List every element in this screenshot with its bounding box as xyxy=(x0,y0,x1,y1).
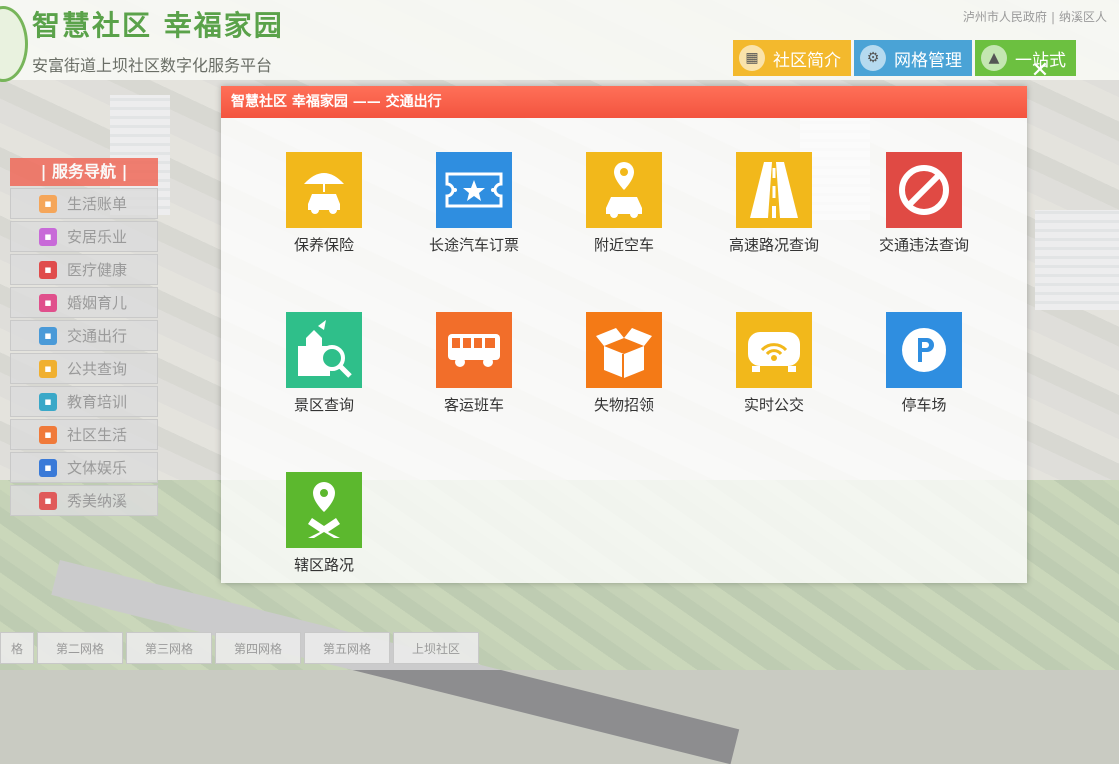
grid-tabs: 格第二网格 第三网格 第四网格 第五网格 上坝社区 xyxy=(0,632,482,664)
topnav-item-intro[interactable]: ▦ 社区简介 xyxy=(733,40,851,76)
site-title: 智慧社区 幸福家园 xyxy=(32,9,284,42)
live-bus-icon xyxy=(736,312,812,388)
service-tile[interactable]: 高速路况查询 xyxy=(714,152,834,255)
sidenav-item-label: 安居乐业 xyxy=(67,228,128,246)
service-tile[interactable]: 实时公交 xyxy=(714,312,834,415)
service-tile-label: 实时公交 xyxy=(743,396,804,414)
sidenav-item-label: 公共查询 xyxy=(67,360,128,378)
sidenav-item-label: 文体娱乐 xyxy=(67,459,128,477)
modal-title: 智慧社区 幸福家园 —— 交通出行 xyxy=(221,86,1027,118)
parking-icon xyxy=(886,312,962,388)
sidenav-item-icon: ▪ xyxy=(39,260,57,279)
sidenav-item-icon: ▪ xyxy=(39,293,57,312)
site-subtitle: 安富街道上坝社区数字化服务平台 xyxy=(32,56,273,75)
sidenav-item-icon: ▪ xyxy=(39,194,57,213)
gov-links: 泸州市人民政府 | 纳溪区人 xyxy=(962,10,1107,24)
no-entry-icon xyxy=(886,152,962,228)
car-location-icon xyxy=(586,152,662,228)
service-tile-label: 景区查询 xyxy=(293,396,354,414)
sidenav-item-label: 秀美纳溪 xyxy=(67,492,128,510)
service-tile[interactable]: 长途汽车订票 xyxy=(414,152,534,255)
service-tile[interactable]: 辖区路况 xyxy=(264,472,384,575)
top-nav: ▦ 社区简介 ⚙ 网格管理 ▲ 一站式 xyxy=(733,40,1076,76)
sidenav-item-icon: ▪ xyxy=(39,227,57,246)
service-tile-label: 高速路况查询 xyxy=(728,236,819,254)
ticket-icon xyxy=(436,152,512,228)
sidenav-item-icon: ▪ xyxy=(39,326,57,345)
service-tile-label: 附近空车 xyxy=(593,236,654,254)
grid-tab[interactable]: 上坝社区 xyxy=(393,632,479,664)
service-tile-label: 停车场 xyxy=(901,396,947,414)
sidenav-item[interactable]: ▪ 教育培训 xyxy=(10,386,158,417)
service-tile-label: 失物招领 xyxy=(593,396,654,414)
umbrella-car-icon xyxy=(286,152,362,228)
highway-icon xyxy=(736,152,812,228)
sidenav-item-label: 婚姻育儿 xyxy=(67,294,128,312)
grid-tab[interactable]: 第三网格 xyxy=(126,632,212,664)
service-nav-title: | 服务导航 | xyxy=(10,158,158,186)
grid-tab[interactable]: 格 xyxy=(0,632,34,664)
gov-link[interactable]: 泸州市人民政府 xyxy=(963,10,1047,24)
sidenav-item-icon: ▪ xyxy=(39,359,57,378)
gear-icon: ⚙ xyxy=(860,45,886,71)
rocket-icon: ▲ xyxy=(981,45,1007,71)
sidenav-item-icon: ▪ xyxy=(39,491,57,510)
traffic-modal: 智慧社区 幸福家园 —— 交通出行 保养保险 长途汽车订票 附近空车 高速路况查询 交通… xyxy=(221,86,1027,583)
service-nav: | 服务导航 | ▪ 生活账单 ▪ 安居乐业 ▪ 医疗健康 ▪ 婚姻育儿 ▪ 交通出行 ▪ 公共查询 ▪… xyxy=(10,158,158,516)
topnav-label: 网格管理 xyxy=(894,50,962,71)
service-tile[interactable]: 附近空车 xyxy=(564,152,684,255)
sidenav-item[interactable]: ▪ 秀美纳溪 xyxy=(10,485,158,516)
sidenav-item-icon: ▪ xyxy=(39,425,57,444)
grid-tab[interactable]: 第五网格 xyxy=(304,632,390,664)
service-tile[interactable]: 停车场 xyxy=(864,312,984,415)
service-tile-label: 交通违法查询 xyxy=(878,236,969,254)
map-pin-route-icon xyxy=(286,472,362,548)
service-tile[interactable]: 失物招领 xyxy=(564,312,684,415)
sidenav-item[interactable]: ▪ 文体娱乐 xyxy=(10,452,158,483)
sidenav-item[interactable]: ▪ 交通出行 xyxy=(10,320,158,351)
service-tile[interactable]: 景区查询 xyxy=(264,312,384,415)
sidenav-item-icon: ▪ xyxy=(39,392,57,411)
sidenav-item[interactable]: ▪ 生活账单 xyxy=(10,188,158,219)
sidenav-item-label: 教育培训 xyxy=(67,393,128,411)
topnav-label: 社区简介 xyxy=(773,50,841,71)
service-tile-label: 长途汽车订票 xyxy=(428,236,519,254)
sidenav-item[interactable]: ▪ 婚姻育儿 xyxy=(10,287,158,318)
header: 智慧社区 幸福家园 安富街道上坝社区数字化服务平台 泸州市人民政府 | 纳溪区人 ▦… xyxy=(0,0,1119,82)
sidenav-item[interactable]: ▪ 医疗健康 xyxy=(10,254,158,285)
service-tile[interactable]: 保养保险 xyxy=(264,152,384,255)
scenic-search-icon xyxy=(286,312,362,388)
bus-icon xyxy=(436,312,512,388)
grid-tab[interactable]: 第四网格 xyxy=(215,632,301,664)
close-icon[interactable]: ✕ xyxy=(1029,60,1051,82)
topnav-item-onestop[interactable]: ▲ 一站式 xyxy=(975,40,1076,76)
service-tile[interactable]: 客运班车 xyxy=(414,312,534,415)
service-tile[interactable]: 交通违法查询 xyxy=(864,152,984,255)
sidenav-item[interactable]: ▪ 公共查询 xyxy=(10,353,158,384)
building-icon: ▦ xyxy=(739,45,765,71)
gov-link[interactable]: 纳溪区人 xyxy=(1059,10,1107,24)
sidenav-item[interactable]: ▪ 社区生活 xyxy=(10,419,158,450)
sidenav-item-label: 生活账单 xyxy=(67,195,128,213)
logo xyxy=(0,6,28,82)
sidenav-item[interactable]: ▪ 安居乐业 xyxy=(10,221,158,252)
grid-tab[interactable]: 第二网格 xyxy=(37,632,123,664)
service-tile-label: 保养保险 xyxy=(293,236,354,254)
sidenav-item-label: 交通出行 xyxy=(67,327,128,345)
service-tile-label: 客运班车 xyxy=(443,396,504,414)
sidenav-item-label: 社区生活 xyxy=(67,426,128,444)
sidenav-item-label: 医疗健康 xyxy=(67,261,128,279)
sidenav-item-icon: ▪ xyxy=(39,458,57,477)
open-box-icon xyxy=(586,312,662,388)
service-tile-label: 辖区路况 xyxy=(293,556,354,574)
topnav-item-grid[interactable]: ⚙ 网格管理 xyxy=(854,40,972,76)
